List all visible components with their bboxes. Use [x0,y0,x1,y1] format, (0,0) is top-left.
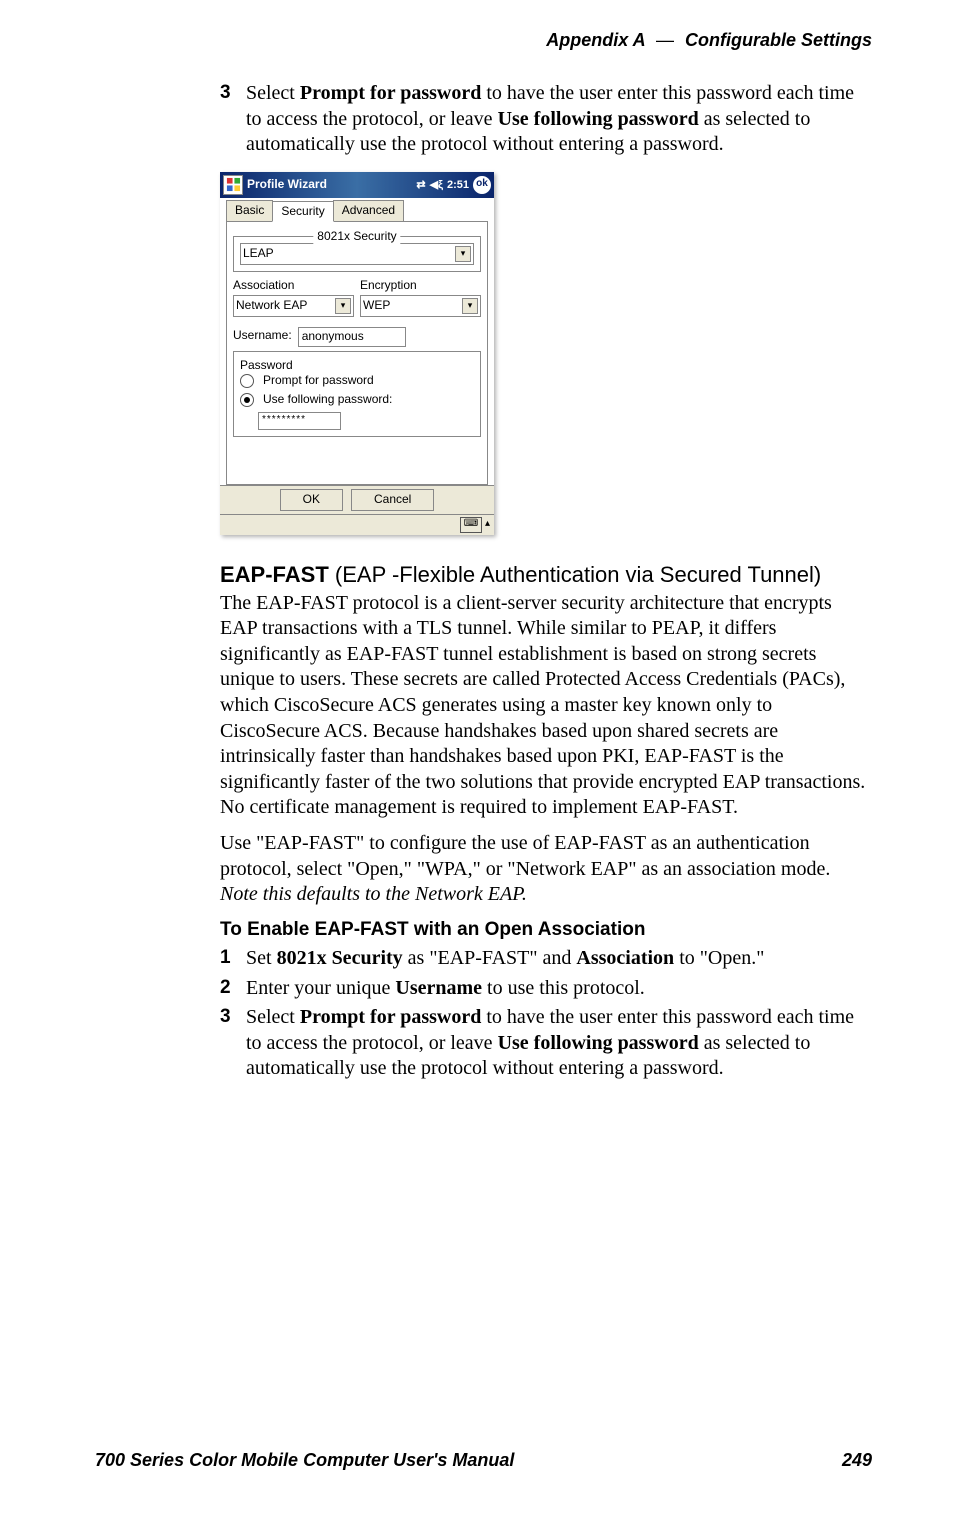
radio-label: Prompt for password [263,373,374,388]
step-number: 1 [220,946,246,972]
step-text: Enter your unique Username to use this p… [246,976,872,1002]
security-legend: 8021x Security [313,229,400,244]
chevron-down-icon[interactable]: ▾ [335,298,351,314]
step-text: Select Prompt for password to have the u… [246,1005,872,1082]
username-label: Username: [233,328,292,343]
up-arrow-icon[interactable]: ▴ [485,518,490,531]
footer-page-number: 249 [842,1450,872,1471]
encryption-combo[interactable]: WEP ▾ [360,295,481,317]
speaker-icon: ◀ξ [430,178,443,192]
connectivity-icon: ⇄ [416,178,425,192]
sip-bar: ⌨ ▴ [220,514,494,535]
page-footer: 700 Series Color Mobile Computer User's … [95,1450,872,1471]
step-number: 3 [220,1005,246,1082]
titlebar: Profile Wizard ⇄ ◀ξ 2:51 ok [220,172,494,198]
keyboard-icon[interactable]: ⌨ [460,517,482,533]
radio-icon [240,374,254,388]
step-text: Select Prompt for password to have the u… [246,81,872,158]
username-field[interactable]: anonymous [298,327,406,347]
security-value: LEAP [243,246,274,261]
security-combo[interactable]: LEAP ▾ [240,243,474,265]
clock-text: 2:51 [447,178,469,192]
step-3: 3 Select Prompt for password to have the… [220,1005,872,1082]
encryption-value: WEP [363,298,390,313]
step-text: Set 8021x Security as "EAP-FAST" and Ass… [246,946,872,972]
association-combo[interactable]: Network EAP ▾ [233,295,354,317]
radio-use-following-password[interactable]: Use following password: [240,392,474,407]
cancel-button[interactable]: Cancel [351,489,434,510]
ok-button[interactable]: OK [280,489,343,510]
windows-flag-icon [223,175,243,195]
profile-wizard-screenshot: Profile Wizard ⇄ ◀ξ 2:51 ok Basic Securi… [220,172,494,535]
header-appendix: Appendix A [546,30,645,50]
running-header: Appendix A — Configurable Settings [95,30,872,51]
password-legend: Password [240,358,474,373]
step-2: 2 Enter your unique Username to use this… [220,976,872,1002]
tab-basic[interactable]: Basic [226,200,273,221]
enable-eap-fast-open-heading: To Enable EAP-FAST with an Open Associat… [220,918,872,942]
chevron-down-icon[interactable]: ▾ [455,246,471,262]
footer-manual-title: 700 Series Color Mobile Computer User's … [95,1450,514,1471]
tab-security[interactable]: Security [272,201,333,222]
association-label: Association [233,278,354,293]
association-value: Network EAP [236,298,307,313]
radio-icon [240,393,254,407]
step-number: 3 [220,81,246,158]
eap-fast-heading: EAP-FAST (EAP -Flexible Authentication v… [220,561,872,589]
radio-prompt-for-password[interactable]: Prompt for password [240,373,474,388]
header-section: Configurable Settings [685,30,872,50]
eap-fast-paragraph-2: Use "EAP-FAST" to configure the use of E… [220,831,872,908]
eap-fast-paragraph-1: The EAP-FAST protocol is a client-server… [220,591,872,821]
header-dash: — [656,30,674,50]
step-number: 2 [220,976,246,1002]
encryption-label: Encryption [360,278,481,293]
password-field[interactable]: ********* [258,412,341,430]
tab-advanced[interactable]: Advanced [333,200,404,221]
chevron-down-icon[interactable]: ▾ [462,298,478,314]
window-title: Profile Wizard [247,177,416,192]
continued-step-3: 3 Select Prompt for password to have the… [220,81,872,158]
tab-strip: Basic Security Advanced [226,200,488,221]
radio-label: Use following password: [263,392,392,407]
step-1: 1 Set 8021x Security as "EAP-FAST" and A… [220,946,872,972]
ok-badge-icon[interactable]: ok [473,176,491,194]
